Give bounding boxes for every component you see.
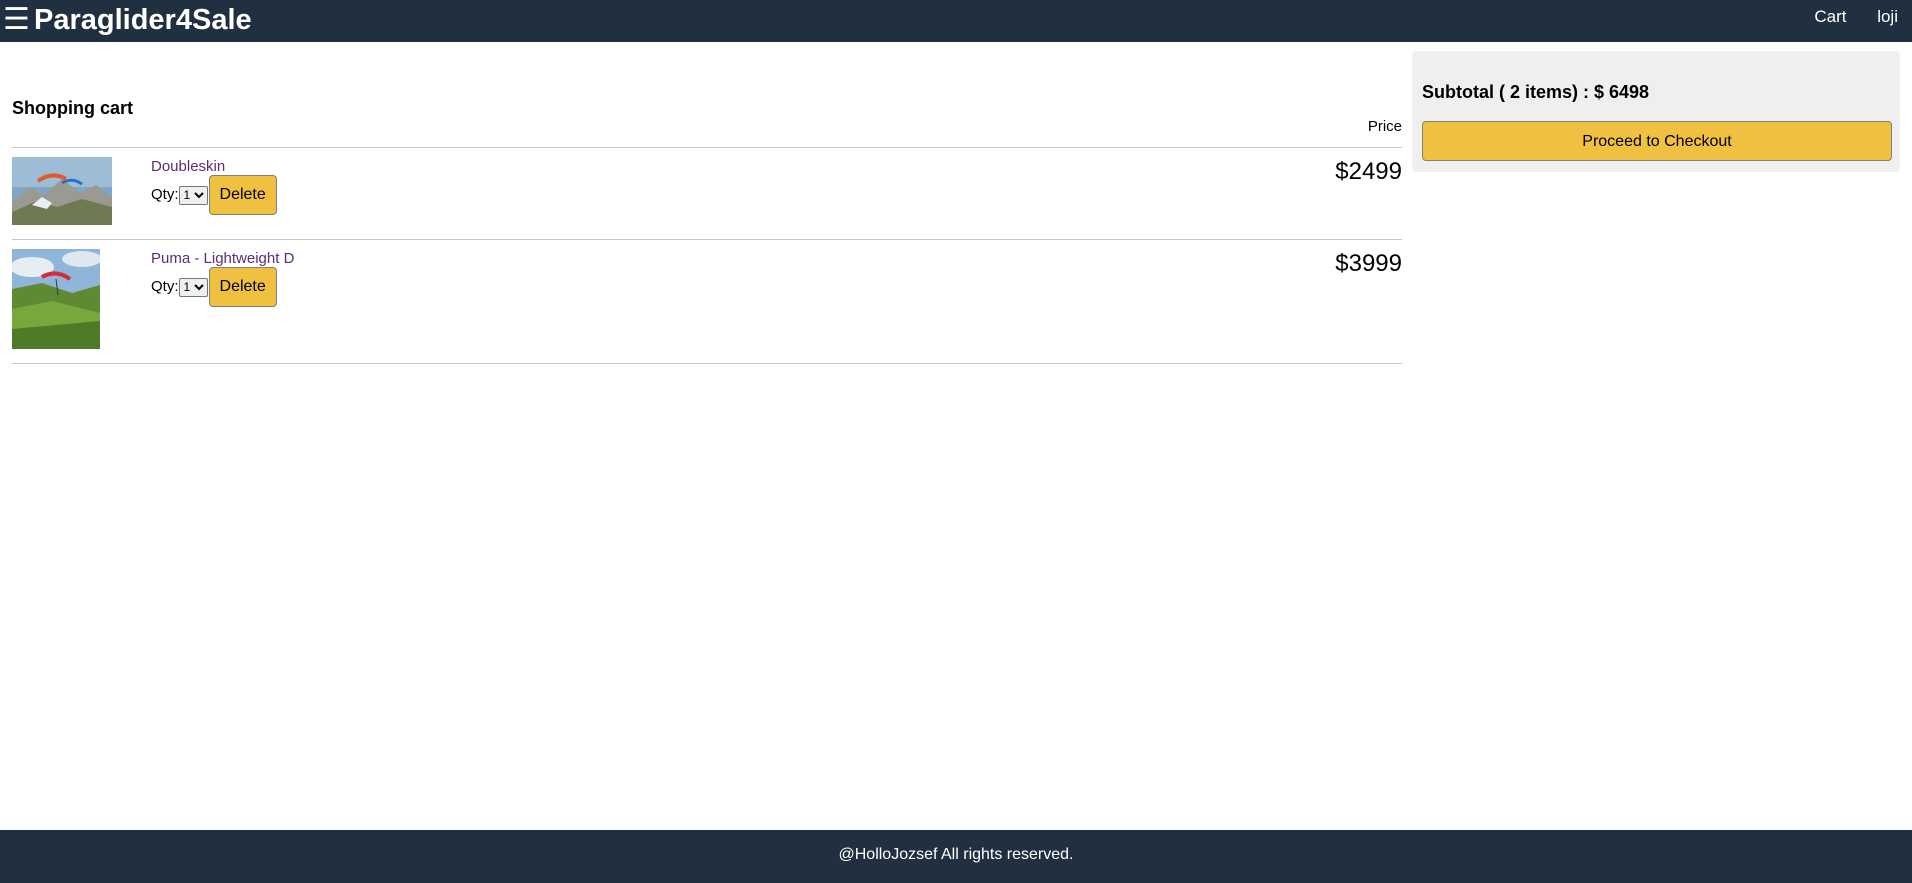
cart-item: Puma - Lightweight D Qty: 1 Delete $3999	[12, 249, 1402, 349]
divider	[12, 363, 1402, 364]
divider	[12, 147, 1402, 148]
footer-text: @HolloJozsef All rights reserved.	[838, 846, 1074, 863]
nav-links: Cart loji	[1788, 7, 1898, 27]
hamburger-icon[interactable]: ☰	[3, 5, 30, 35]
delete-button[interactable]: Delete	[208, 267, 277, 307]
item-name-link[interactable]: Puma - Lightweight D	[151, 250, 294, 268]
nav-cart-link[interactable]: Cart	[1814, 7, 1846, 26]
subtotal-text: Subtotal ( 2 items) : $ 6498	[1422, 82, 1650, 102]
delete-button[interactable]: Delete	[208, 175, 277, 215]
qty-select[interactable]: 1	[178, 277, 208, 297]
top-navbar: ☰ Paraglider4Sale Cart loji	[0, 0, 1912, 42]
item-image[interactable]	[12, 249, 100, 349]
footer: @HolloJozsef All rights reserved.	[0, 830, 1912, 883]
proceed-to-checkout-button[interactable]: Proceed to Checkout	[1422, 121, 1892, 161]
divider	[12, 239, 1402, 240]
qty-control: Qty: 1 Delete	[151, 267, 277, 307]
nav-user-link[interactable]: loji	[1877, 7, 1898, 26]
item-name-link[interactable]: Doubleskin	[151, 158, 225, 176]
qty-control: Qty: 1 Delete	[151, 175, 277, 215]
qty-label: Qty:	[151, 278, 179, 295]
item-price: $3999	[1335, 250, 1402, 277]
item-price: $2499	[1335, 158, 1402, 185]
subtotal-card: Subtotal ( 2 items) : $ 6498 Proceed to …	[1412, 51, 1900, 172]
page-title: Shopping cart	[12, 98, 133, 118]
item-image[interactable]	[12, 157, 112, 225]
brand-logo-link[interactable]: Paraglider4Sale	[34, 2, 252, 38]
cart-item: Doubleskin Qty: 1 Delete $2499	[12, 157, 1402, 227]
price-column-header: Price	[1367, 118, 1402, 135]
qty-select[interactable]: 1	[178, 185, 208, 205]
qty-label: Qty:	[151, 186, 179, 203]
